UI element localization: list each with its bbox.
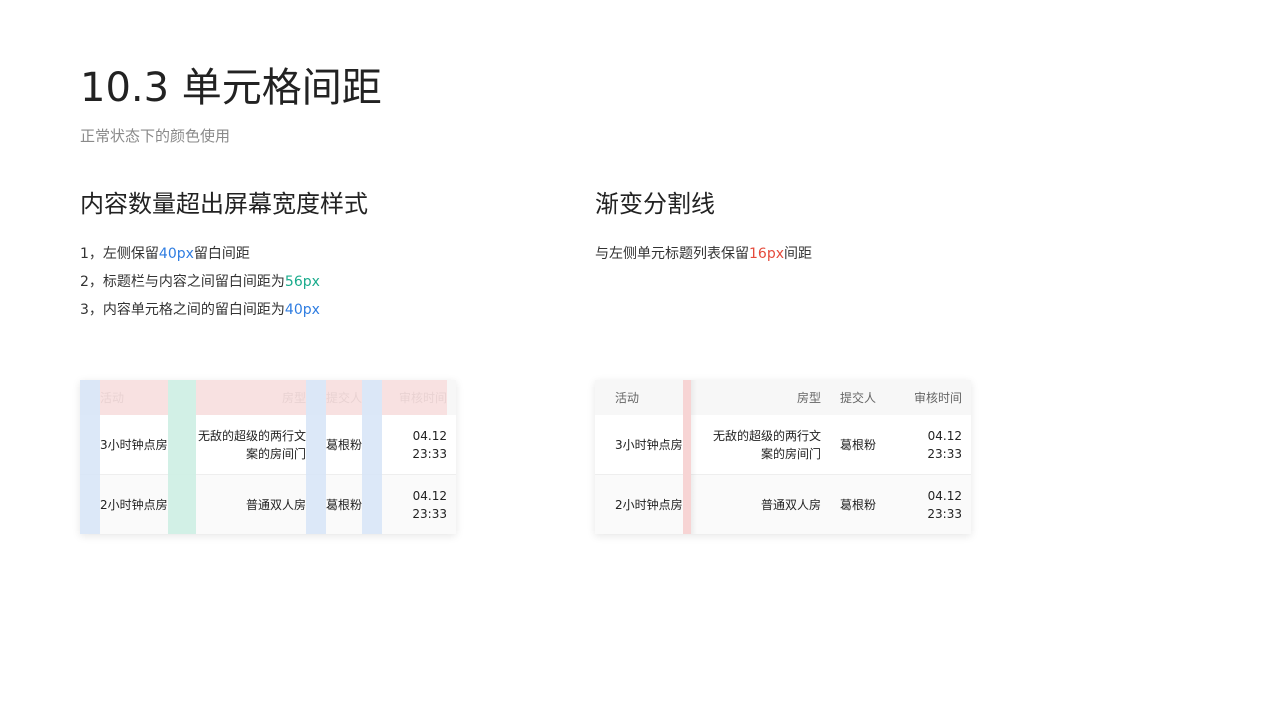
table-row[interactable]: 2小时钟点房 普通双人房 葛根粉 04.12 23:33 (80, 475, 456, 534)
spacing-demo-table: 活动 房型 提交人 审核时间 3小时钟点房 无敌的超级的两行文案的房间门 葛根粉… (80, 380, 456, 534)
cell-submitter: 葛根粉 (326, 437, 363, 452)
cell-review-time: 04.12 23:33 (412, 488, 447, 521)
header-room-type: 房型 (281, 390, 306, 405)
page-subtitle: 正常状态下的颜色使用 (80, 127, 231, 145)
note-text: 3，内容单元格之间的留白间距为 (80, 302, 285, 318)
note-text: 间距 (784, 246, 812, 262)
note-text: 1，左侧保留 (80, 246, 159, 262)
table-header-row: 活动 房型 提交人 审核时间 (595, 380, 971, 415)
cell-review-time: 04.12 23:33 (927, 428, 962, 461)
header-submitter: 提交人 (326, 390, 363, 405)
header-room-type: 房型 (796, 390, 821, 405)
table-header-row: 活动 房型 提交人 审核时间 (80, 380, 456, 415)
cell-room-type: 普通双人房 (760, 497, 821, 512)
right-note: 与左侧单元标题列表保留16px间距 (595, 244, 812, 264)
left-note-2: 2，标题栏与内容之间留白间距为56px (80, 272, 320, 292)
header-review-time: 审核时间 (398, 390, 447, 405)
cell-room-type: 无敌的超级的两行文案的房间门 (197, 428, 306, 461)
note-text: 与左侧单元标题列表保留 (595, 246, 749, 262)
note-highlight: 16px (749, 246, 784, 262)
header-submitter: 提交人 (840, 390, 877, 405)
cell-room-type: 无敌的超级的两行文案的房间门 (712, 428, 821, 461)
left-section-title: 内容数量超出屏幕宽度样式 (80, 190, 368, 218)
table-row[interactable]: 3小时钟点房 无敌的超级的两行文案的房间门 葛根粉 04.12 23:33 (80, 415, 456, 475)
note-text: 留白间距 (193, 246, 250, 262)
cell-submitter: 葛根粉 (840, 437, 877, 452)
cell-room-type: 普通双人房 (245, 497, 306, 512)
cell-submitter: 葛根粉 (326, 497, 363, 512)
left-note-3: 3，内容单元格之间的留白间距为40px (80, 300, 320, 320)
header-review-time: 审核时间 (913, 390, 962, 405)
gradient-divider-table: 活动 房型 提交人 审核时间 3小时钟点房 无敌的超级的两行文案的房间门 葛根粉… (595, 380, 971, 534)
table-row[interactable]: 3小时钟点房 无敌的超级的两行文案的房间门 葛根粉 04.12 23:33 (595, 415, 971, 475)
note-text: 2，标题栏与内容之间留白间距为 (80, 274, 285, 290)
note-highlight: 56px (284, 274, 320, 290)
header-activity: 活动 (100, 390, 125, 405)
note-highlight: 40px (158, 246, 194, 262)
table-row[interactable]: 2小时钟点房 普通双人房 葛根粉 04.12 23:33 (595, 475, 971, 534)
cell-activity: 2小时钟点房 (615, 497, 683, 512)
cell-review-time: 04.12 23:33 (412, 428, 447, 461)
cell-submitter: 葛根粉 (840, 497, 877, 512)
cell-review-time: 04.12 23:33 (927, 488, 962, 521)
left-note-1: 1，左侧保留40px留白间距 (80, 244, 250, 264)
note-highlight: 40px (284, 302, 320, 318)
header-activity: 活动 (615, 390, 640, 405)
cell-activity: 3小时钟点房 (615, 437, 683, 452)
cell-activity: 2小时钟点房 (100, 497, 168, 512)
right-section-title: 渐变分割线 (595, 190, 715, 218)
cell-activity: 3小时钟点房 (100, 437, 168, 452)
page-title: 10.3 单元格间距 (80, 65, 382, 111)
